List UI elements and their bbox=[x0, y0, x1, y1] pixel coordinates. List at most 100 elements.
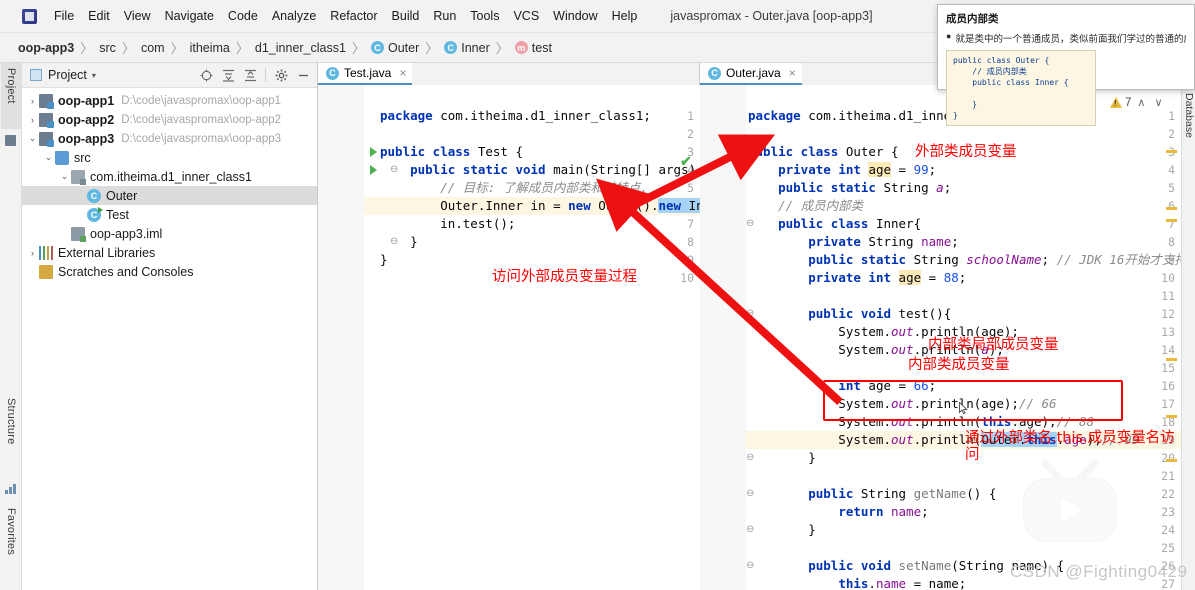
minimize-icon[interactable] bbox=[293, 65, 313, 85]
tree-item-oop-app3[interactable]: ⌄ oop-app3 D:\code\javaspromax\oop-app3 bbox=[22, 129, 317, 148]
tree-item-oop-app1[interactable]: › oop-app1 D:\code\javaspromax\oop-app1 bbox=[22, 91, 317, 110]
tree-item-oop-app2[interactable]: › oop-app2 D:\code\javaspromax\oop-app2 bbox=[22, 110, 317, 129]
menu-item-build[interactable]: Build bbox=[385, 6, 427, 26]
sidebar-item-database[interactable]: Database bbox=[1183, 93, 1195, 138]
code-line: } bbox=[748, 522, 816, 537]
marker-stripe[interactable] bbox=[1166, 207, 1177, 210]
menu-item-navigate[interactable]: Navigate bbox=[158, 6, 221, 26]
project-panel-title: Project bbox=[48, 68, 87, 82]
chevron-toggle-icon[interactable]: ⌄ bbox=[42, 152, 55, 163]
tree-item-label: Outer bbox=[106, 188, 138, 203]
next-problem-chevron-down-icon[interactable]: ∨ bbox=[1151, 96, 1165, 109]
method-icon: m bbox=[514, 41, 528, 54]
menu-item-view[interactable]: View bbox=[117, 6, 158, 26]
tree-item-outer[interactable]: C Outer bbox=[22, 186, 317, 205]
line-number: 1 bbox=[1168, 109, 1175, 123]
chevron-toggle-icon[interactable]: › bbox=[26, 115, 39, 125]
menu-item-window[interactable]: Window bbox=[546, 6, 604, 26]
tree-item-path: D:\code\javaspromax\oop-app1 bbox=[121, 94, 282, 107]
code-editor-left[interactable]: 1 package com.itheima.d1_inner_class1; 2 3 p… bbox=[318, 85, 700, 590]
line-number: 24 bbox=[1161, 523, 1175, 537]
chevron-toggle-icon[interactable]: › bbox=[26, 96, 39, 106]
menu-item-file[interactable]: File bbox=[47, 6, 81, 26]
line-number: 21 bbox=[1161, 469, 1175, 483]
menu-item-edit[interactable]: Edit bbox=[81, 6, 117, 26]
line-number: 1 bbox=[687, 109, 694, 123]
line-number: 8 bbox=[687, 235, 694, 249]
breadcrumb-item-Inner[interactable]: C Inner bbox=[444, 41, 490, 55]
tree-item-oop-app3-iml[interactable]: oop-app3.iml bbox=[22, 224, 317, 243]
line-number: 9 bbox=[687, 253, 694, 267]
breadcrumb-item-d1_inner_class1[interactable]: d1_inner_class1 bbox=[255, 41, 346, 55]
tab-label: Outer.java bbox=[726, 66, 781, 80]
breadcrumb-item-com[interactable]: com bbox=[141, 41, 165, 55]
class-icon: C bbox=[444, 41, 458, 54]
menu-item-code[interactable]: Code bbox=[221, 6, 265, 26]
java-class-icon: C bbox=[87, 188, 101, 203]
highlight-box-println-lines bbox=[823, 380, 1123, 421]
line-number: 22 bbox=[1161, 487, 1175, 501]
code-line: public class Test { bbox=[380, 144, 523, 159]
project-panel-caret-icon[interactable]: ▾ bbox=[92, 71, 96, 80]
menu-item-analyze[interactable]: Analyze bbox=[265, 6, 323, 26]
chevron-toggle-icon[interactable]: ⌄ bbox=[26, 133, 39, 144]
sidebar-item-structure[interactable]: Structure bbox=[1, 393, 21, 477]
line-number: 10 bbox=[1161, 271, 1175, 285]
tab-outer-java[interactable]: C Outer.java × bbox=[700, 63, 802, 85]
tree-item-label: oop-app3.iml bbox=[90, 226, 163, 241]
tree-item-src[interactable]: ⌄ src bbox=[22, 148, 317, 167]
sidebar-item-favorites[interactable]: Favorites bbox=[1, 503, 21, 590]
code-line: public static void main(String[] args) { bbox=[410, 162, 700, 177]
gutter-right bbox=[700, 85, 746, 590]
settings-gear-icon[interactable] bbox=[271, 65, 291, 85]
menu-item-run[interactable]: Run bbox=[426, 6, 463, 26]
tree-item-external-libraries[interactable]: › External Libraries bbox=[22, 243, 317, 262]
breadcrumb-item-test[interactable]: m test bbox=[514, 41, 552, 55]
expand-all-icon[interactable] bbox=[218, 65, 238, 85]
breadcrumb-separator: 〉 bbox=[235, 41, 249, 56]
chevron-toggle-icon[interactable]: › bbox=[26, 248, 39, 258]
sidebar-item-project[interactable]: Project bbox=[1, 63, 21, 129]
menu-item-help[interactable]: Help bbox=[605, 6, 645, 26]
package-icon bbox=[71, 169, 86, 185]
breadcrumb-item-itheima[interactable]: itheima bbox=[190, 41, 230, 55]
documentation-tooltip: 成员内部类 ● 就是类中的一个普通成员，类似前面我们学过的普通的成员变量、成员方… bbox=[937, 4, 1195, 126]
collapse-all-icon[interactable] bbox=[240, 65, 260, 85]
tool-tab-label: Project bbox=[5, 68, 17, 104]
breadcrumb-separator: 〉 bbox=[425, 41, 439, 56]
line-number: 25 bbox=[1161, 541, 1175, 555]
tree-item-test[interactable]: C Test bbox=[22, 205, 317, 224]
run-gutter-icon[interactable] bbox=[370, 147, 377, 157]
breadcrumb-item-src[interactable]: src bbox=[99, 41, 116, 55]
marker-stripe[interactable] bbox=[1166, 150, 1177, 153]
code-line: public class Outer { bbox=[748, 144, 899, 159]
bilibili-tv-play-icon bbox=[1010, 455, 1130, 547]
code-line: private String name; bbox=[808, 234, 959, 249]
menu-item-tools[interactable]: Tools bbox=[463, 6, 506, 26]
close-icon[interactable]: × bbox=[399, 66, 406, 80]
bullet-marker-icon: ● bbox=[946, 31, 952, 41]
tree-item-scratches-and-consoles[interactable]: Scratches and Consoles bbox=[22, 262, 317, 281]
tree-item-com-itheima-d1-inner-class1[interactable]: ⌄ com.itheima.d1_inner_class1 bbox=[22, 167, 317, 186]
run-gutter-icon[interactable] bbox=[370, 165, 377, 175]
breadcrumb-item-oop-app3[interactable]: oop-app3 bbox=[18, 41, 74, 55]
prev-problem-chevron-up-icon[interactable]: ∧ bbox=[1134, 96, 1148, 109]
line-number: 7 bbox=[687, 217, 694, 231]
inspection-warning-indicator[interactable]: 7 ∧ ∨ bbox=[1110, 96, 1166, 109]
marker-stripe[interactable] bbox=[1166, 358, 1177, 361]
chevron-toggle-icon[interactable]: ⌄ bbox=[58, 171, 71, 182]
marker-stripe[interactable] bbox=[1166, 219, 1177, 222]
locate-icon[interactable] bbox=[196, 65, 216, 85]
tab-test-java[interactable]: C Test.java × bbox=[318, 63, 413, 85]
breadcrumb-item-Outer[interactable]: C Outer bbox=[370, 41, 419, 55]
menu-item-refactor[interactable]: Refactor bbox=[323, 6, 384, 26]
breadcrumb-separator: 〉 bbox=[170, 41, 184, 56]
menu-item-vcs[interactable]: VCS bbox=[506, 6, 546, 26]
tree-item-label: oop-app3 bbox=[58, 131, 115, 146]
marker-stripe[interactable] bbox=[1166, 415, 1177, 418]
close-icon[interactable]: × bbox=[789, 66, 796, 80]
project-panel-icon bbox=[30, 69, 42, 81]
java-class-runnable-icon: C bbox=[87, 206, 103, 222]
line-number: 16 bbox=[1161, 379, 1175, 393]
tree-item-label: com.itheima.d1_inner_class1 bbox=[90, 169, 252, 184]
